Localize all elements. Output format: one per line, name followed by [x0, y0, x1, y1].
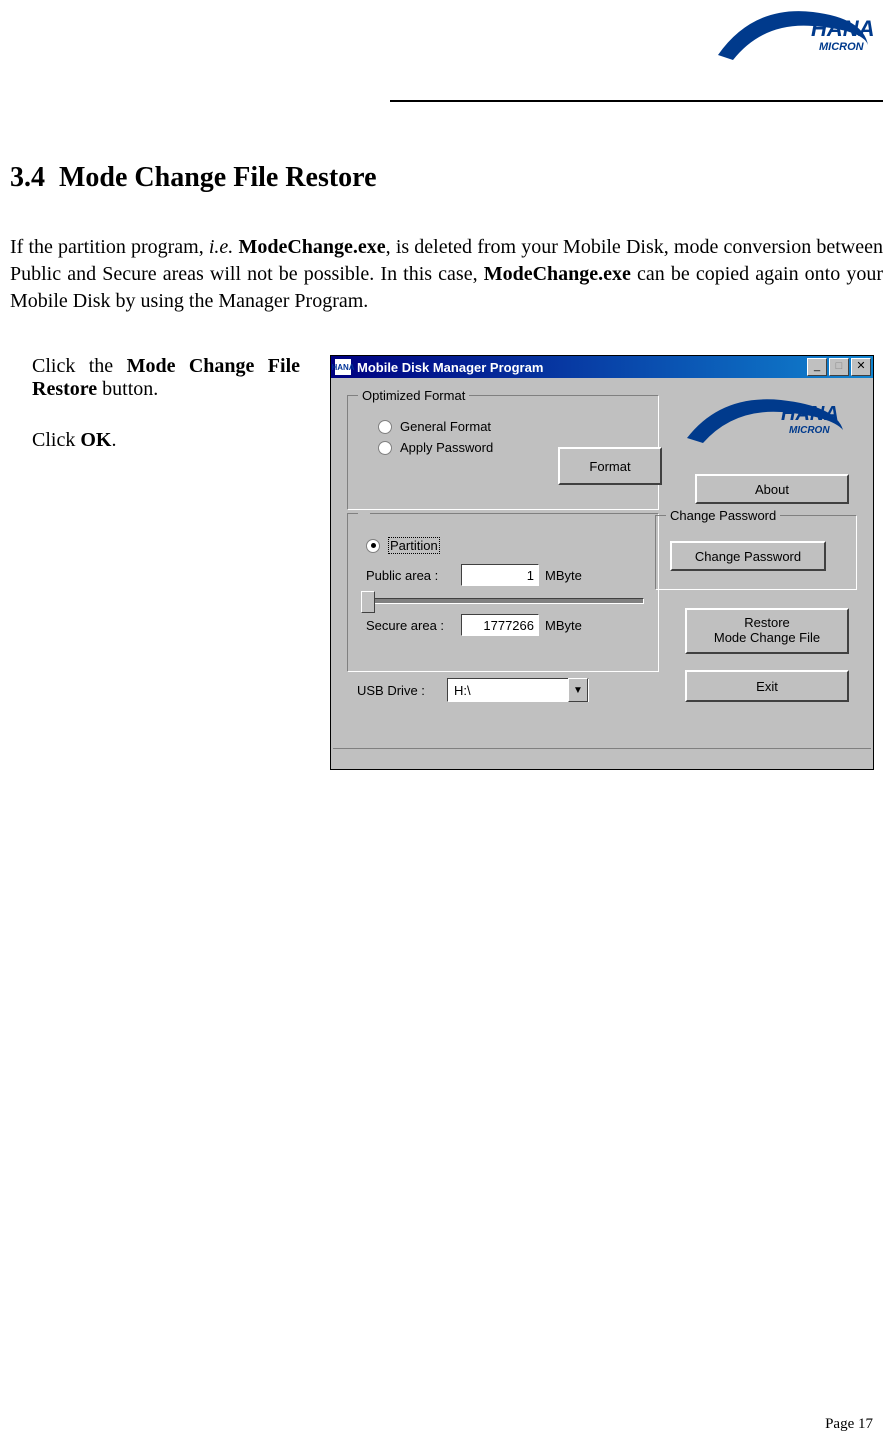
intro-exe1: ModeChange.exe: [233, 236, 385, 258]
status-bar: [333, 748, 871, 767]
optimized-format-legend: Optimized Format: [358, 388, 469, 403]
minimize-button[interactable]: _: [807, 358, 827, 376]
section-number: 3.4: [10, 162, 45, 193]
intro-exe2: ModeChange.exe: [484, 263, 631, 285]
mbyte-label-2: MByte: [545, 618, 582, 633]
step2-post: .: [111, 429, 116, 451]
restore-mode-change-file-button[interactable]: Restore Mode Change File: [685, 608, 849, 654]
radio-general-label: General Format: [400, 419, 491, 434]
change-password-button[interactable]: Change Password: [670, 541, 826, 571]
radio-icon: [366, 539, 380, 553]
intro-ie: i.e.: [209, 236, 233, 258]
bullet-icon: [10, 355, 32, 401]
bullet-icon: [10, 429, 32, 452]
logo-brand-bottom: MICRON: [819, 41, 865, 53]
svg-text:HANA: HANA: [781, 403, 839, 425]
change-password-group: Change Password Change Password: [655, 508, 857, 590]
radio-icon: [378, 441, 392, 455]
usb-drive-combo[interactable]: H:\ ▼: [447, 678, 589, 702]
slider-thumb[interactable]: [361, 591, 375, 613]
step-1: Click the Mode Change File Restore butto…: [10, 355, 300, 401]
secure-area-label: Secure area :: [366, 618, 461, 633]
close-button[interactable]: ✕: [851, 358, 871, 376]
radio-icon: [378, 420, 392, 434]
format-button[interactable]: Format: [558, 447, 662, 485]
radio-partition[interactable]: Partition: [366, 537, 648, 554]
dialog-title: Mobile Disk Manager Program: [357, 360, 807, 375]
step2-pre: Click: [32, 429, 80, 451]
chevron-down-icon[interactable]: ▼: [568, 678, 588, 702]
exit-button[interactable]: Exit: [685, 670, 849, 702]
step-2: Click OK.: [10, 429, 300, 452]
usb-drive-value: H:\: [448, 683, 568, 698]
step1-post: button.: [97, 378, 158, 400]
usb-drive-label: USB Drive :: [357, 683, 447, 698]
intro-pre: If the partition program,: [10, 236, 209, 258]
maximize-button: □: [829, 358, 849, 376]
section-title-text: Mode Change File Restore: [59, 162, 377, 193]
intro-paragraph: If the partition program, i.e. ModeChang…: [10, 234, 883, 315]
public-area-label: Public area :: [366, 568, 461, 583]
radio-general-format[interactable]: General Format: [378, 419, 648, 434]
instruction-steps: Click the Mode Change File Restore butto…: [10, 355, 300, 480]
radio-partition-label: Partition: [388, 537, 440, 554]
partition-slider[interactable]: [362, 598, 644, 604]
optimized-format-group: Optimized Format General Format Apply Pa…: [347, 388, 659, 510]
app-icon: HANA: [335, 359, 351, 375]
radio-applypwd-label: Apply Password: [400, 440, 493, 455]
step2-bold: OK: [80, 429, 111, 451]
public-area-input[interactable]: 1: [461, 564, 539, 586]
step1-pre: Click the: [32, 355, 127, 377]
about-button[interactable]: About: [695, 474, 849, 504]
secure-area-input[interactable]: 1777266: [461, 614, 539, 636]
svg-text:MICRON: MICRON: [789, 425, 830, 436]
hana-logo: HANA MICRON: [713, 0, 873, 80]
mbyte-label: MByte: [545, 568, 582, 583]
dialog-titlebar[interactable]: HANA Mobile Disk Manager Program _ □ ✕: [331, 356, 873, 378]
page-header: HANA MICRON: [390, 0, 883, 102]
partition-group: . Partition Public area : 1 MByte Sec: [347, 506, 659, 672]
logo-brand-top: HANA: [811, 16, 873, 41]
dialog-logo: HANA MICRON: [681, 388, 851, 458]
restore-line1: Restore: [744, 616, 790, 631]
restore-line2: Mode Change File: [714, 631, 820, 646]
page-number: Page 17: [825, 1416, 873, 1433]
manager-dialog: HANA Mobile Disk Manager Program _ □ ✕ O…: [330, 355, 874, 770]
section-heading: 3.4 Mode Change File Restore: [10, 162, 883, 194]
change-password-legend: Change Password: [666, 508, 780, 523]
